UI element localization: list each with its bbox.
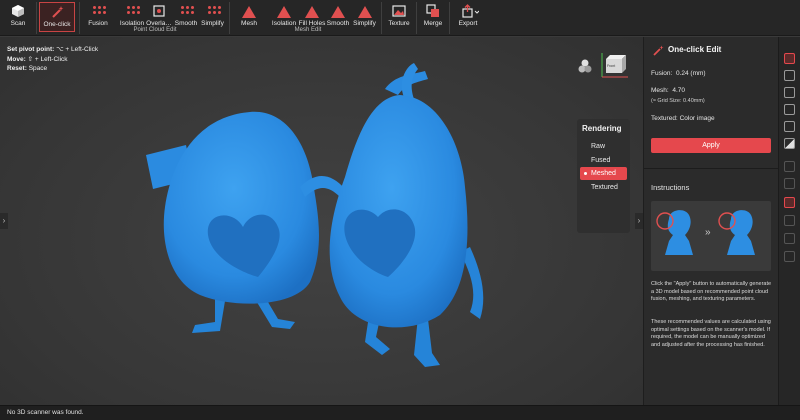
mesh-label: Mesh (241, 20, 257, 27)
pc-smooth-label: Smooth (174, 20, 198, 27)
right-tool-strip (778, 37, 800, 405)
scan-button[interactable]: Scan (2, 2, 34, 32)
3d-viewport[interactable]: Set pivot point: ⌥ + Left-Click Move: ⇧ … (0, 37, 643, 405)
texture-button[interactable]: Texture (386, 2, 412, 32)
texture-label: Texture (388, 20, 410, 27)
overlap-square-icon (152, 4, 166, 18)
invert-selection-button[interactable] (784, 138, 795, 149)
render-option-textured[interactable]: Textured (580, 181, 627, 194)
right-panel-toggle[interactable]: › (635, 213, 643, 229)
instructions-text-1: Click the "Apply" button to automaticall… (651, 281, 772, 302)
scanned-model[interactable] (0, 37, 643, 405)
merge-button[interactable]: Merge (421, 2, 445, 32)
render-option-raw[interactable]: Raw (580, 140, 627, 153)
main-toolbar: Scan One-click Fusion Isolation Overla… (0, 0, 800, 36)
mesh-simplify-icon (357, 4, 372, 18)
scan-cube-icon (11, 4, 25, 18)
instructions-text-2: These recommended values are calculated … (651, 319, 771, 348)
app-window: Scan One-click Fusion Isolation Overla… (0, 0, 800, 420)
merge-icon (426, 4, 440, 18)
rendering-title: Rendering (582, 124, 622, 133)
grid-size-note: (≈ Grid Size: 0.40mm) (651, 98, 705, 104)
export-label: Export (458, 20, 478, 27)
instructions-title: Instructions (651, 183, 690, 192)
lasso-select-button[interactable] (784, 87, 795, 98)
mesh-isolation-label: Isolation (271, 20, 297, 27)
instructions-illustration: » (651, 201, 771, 271)
fill-holes-icon (305, 4, 319, 18)
view-cube-face-label: Front (607, 64, 616, 68)
render-option-fused[interactable]: Fused (580, 154, 627, 167)
mesh-smooth-label: Smooth (326, 20, 350, 27)
brush-tool-button[interactable] (784, 121, 795, 132)
view-cube[interactable]: Front (594, 45, 634, 85)
mesh-simplify-label: Simplify (353, 20, 376, 27)
point-cloud-group-label: Point Cloud Edit (133, 27, 177, 33)
clear-selection-button[interactable] (784, 178, 795, 189)
textured-row: Textured: Color image (651, 115, 715, 122)
render-option-meshed[interactable]: Meshed (580, 167, 627, 180)
lighting-spheres-icon[interactable] (578, 59, 592, 73)
pc-isolation-label: Isolation (119, 20, 145, 27)
magic-wand-icon (50, 5, 64, 19)
mesh-group-label: Mesh Edit (294, 27, 322, 33)
fusion-row: Fusion: 0.24 (mm) (651, 70, 706, 77)
chevron-right-icon: › (637, 216, 641, 225)
scan-label: Scan (10, 20, 26, 27)
mesh-smooth-icon (331, 4, 345, 18)
circle-select-button[interactable] (784, 104, 795, 115)
mesh-row: Mesh: 4.70 (651, 87, 685, 94)
chevron-double-right-icon: » (705, 227, 711, 238)
status-bar: No 3D scanner was found. (0, 405, 800, 420)
reset-view-button[interactable] (784, 251, 795, 262)
isolation-dots-icon (125, 4, 140, 18)
pc-simplify-label: Simplify (201, 20, 224, 27)
one-click-edit-panel: One-click Edit Fusion: 0.24 (mm) Mesh: 4… (643, 37, 779, 405)
apply-button[interactable]: Apply (651, 138, 771, 153)
left-panel-toggle[interactable]: › (0, 213, 8, 229)
rect-select-button[interactable] (784, 70, 795, 81)
chevron-right-icon: › (2, 216, 6, 225)
mesh-value: 4.70 (672, 87, 685, 94)
export-icon (461, 4, 480, 18)
redo-button[interactable] (784, 233, 795, 244)
fusion-value: 0.24 (mm) (675, 70, 706, 77)
fusion-dots-icon (91, 4, 106, 18)
smooth-dots-icon (179, 4, 194, 18)
export-button[interactable]: Export (455, 2, 481, 32)
rendering-panel: Rendering Raw Fused Meshed Textured (577, 119, 630, 233)
one-click-label: One-click (43, 21, 71, 28)
textured-value: Color image (679, 115, 715, 122)
texture-icon (392, 4, 406, 18)
mesh-icon (242, 4, 256, 18)
one-click-button[interactable]: One-click (39, 2, 75, 32)
fill-holes-label: Fill Holes (298, 20, 326, 27)
undo-button[interactable] (784, 215, 795, 226)
simplify-dots-icon (206, 4, 221, 18)
pc-fusion-label: Fusion (88, 20, 108, 27)
select-tool-button[interactable] (784, 53, 795, 64)
mesh-isolation-icon (277, 4, 291, 18)
delete-selection-button[interactable] (784, 161, 795, 172)
panel-title: One-click Edit (668, 45, 722, 54)
copy-tool-button[interactable] (784, 197, 795, 208)
magic-wand-icon (652, 44, 664, 56)
merge-label: Merge (423, 20, 443, 27)
pc-overlap-label: Overla… (146, 20, 172, 27)
